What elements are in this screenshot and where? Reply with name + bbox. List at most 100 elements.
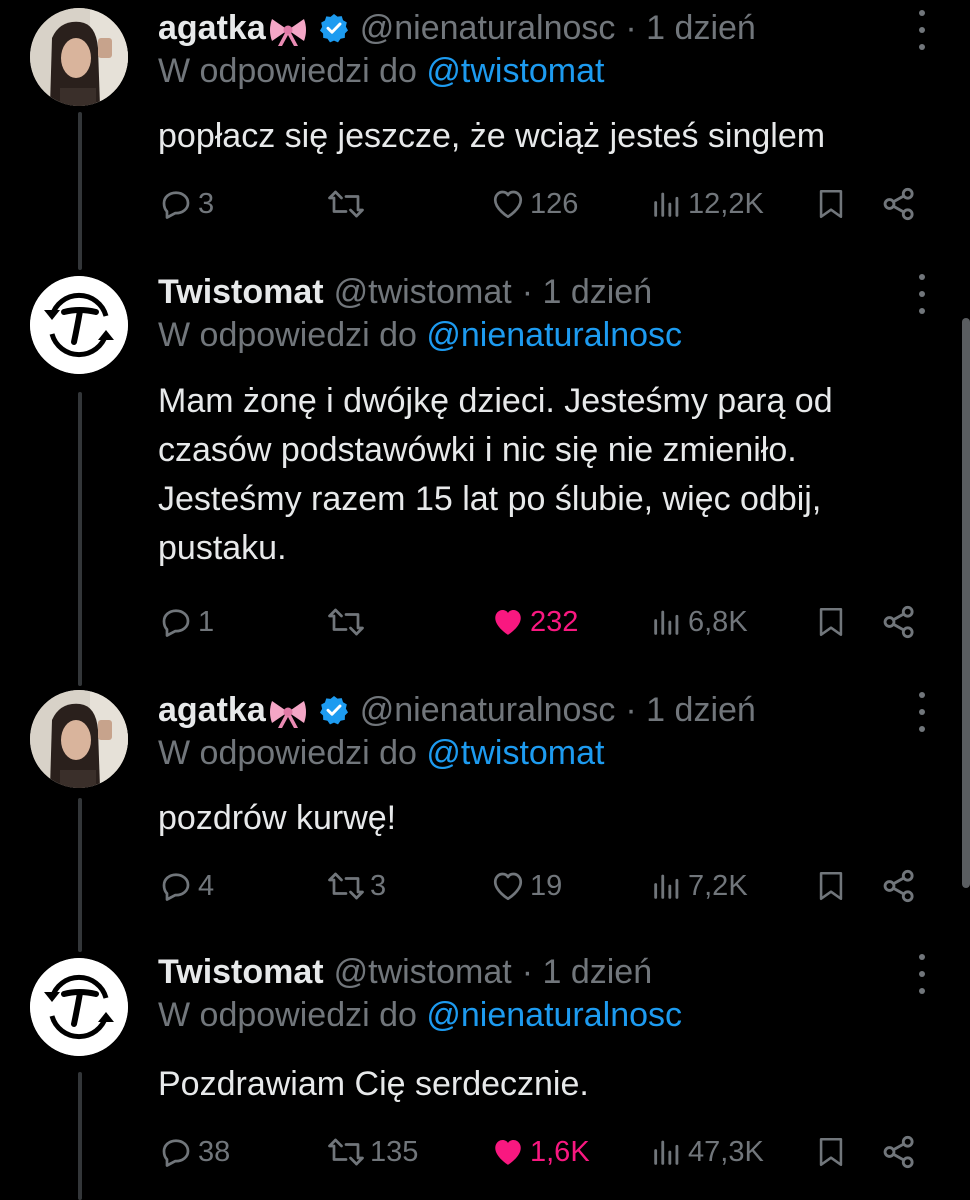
reply-context: W odpowiedzi do @twistomat <box>158 52 605 90</box>
share-button[interactable] <box>880 598 918 646</box>
tweet-header: Twistomat @twistomat · 1 dzień <box>158 264 652 320</box>
bookmark-icon <box>819 1137 843 1167</box>
retweet-icon <box>328 1138 364 1166</box>
views-count: 12,2K <box>688 187 764 220</box>
heart-filled-icon <box>495 1140 521 1165</box>
more-options-icon[interactable] <box>912 10 932 50</box>
tweet-text-line: czasów podstawówki i nic się nie zmienił… <box>158 431 797 469</box>
like-count: 232 <box>530 605 579 638</box>
avatar[interactable] <box>30 690 128 788</box>
retweet-button[interactable] <box>326 180 370 228</box>
share-button[interactable] <box>880 180 918 228</box>
bookmark-button[interactable] <box>814 862 848 910</box>
retweet-count: 135 <box>370 1135 419 1168</box>
like-count: 1,6K <box>530 1135 590 1168</box>
more-options-icon[interactable] <box>912 954 932 994</box>
avatar[interactable] <box>30 276 128 374</box>
verified-badge-icon <box>319 14 348 43</box>
reply-count: 1 <box>198 605 215 638</box>
bookmark-icon <box>819 871 843 901</box>
tweet-actions: 1 232 6,8K <box>158 598 928 646</box>
tweet-header: agatka @nienaturalnosc · 1 dzień <box>158 0 756 56</box>
tweet-actions: 3 126 12,2K <box>158 180 928 228</box>
views-count: 47,3K <box>688 1135 764 1168</box>
retweet-button[interactable]: 3 <box>326 862 386 910</box>
reply-context: W odpowiedzi do @nienaturalnosc <box>158 996 683 1034</box>
timestamp[interactable]: · 1 dzień <box>522 273 652 312</box>
views-icon <box>654 610 679 635</box>
views-button[interactable]: 6,8K <box>650 598 748 646</box>
more-options-icon[interactable] <box>912 274 932 314</box>
twistomat-logo-icon <box>30 276 128 374</box>
tweet-text-line: Mam żonę i dwójkę dzieci. Jesteśmy parą … <box>158 382 833 420</box>
share-button[interactable] <box>880 1128 918 1176</box>
views-button[interactable]: 12,2K <box>650 180 764 228</box>
tweet-text-line: Jesteśmy razem 15 lat po ślubie, więc od… <box>158 480 822 518</box>
author-name[interactable]: agatka <box>158 9 308 48</box>
tweet-text: Pozdrawiam Cię serdecznie. <box>158 1065 589 1103</box>
reply-to-link[interactable]: @nienaturalnosc <box>426 996 682 1034</box>
views-icon <box>654 874 679 899</box>
avatar[interactable] <box>30 8 128 106</box>
reply-button[interactable]: 3 <box>158 180 214 228</box>
timestamp[interactable]: · 1 dzień <box>522 953 652 992</box>
more-options-icon[interactable] <box>912 692 932 732</box>
timestamp[interactable]: · 1 dzień <box>625 691 755 730</box>
tweet-actions: 4 3 19 7,2K <box>158 862 928 910</box>
reply-button[interactable]: 4 <box>158 862 214 910</box>
reply-to-link[interactable]: @nienaturalnosc <box>426 316 682 354</box>
timestamp[interactable]: · 1 dzień <box>625 9 755 48</box>
author-handle[interactable]: @nienaturalnosc <box>360 9 616 48</box>
tweet[interactable]: Twistomat @twistomat · 1 dzień W odpowie… <box>0 944 970 1200</box>
views-count: 7,2K <box>688 869 748 902</box>
share-button[interactable] <box>880 862 918 910</box>
tweet-text-line: pustaku. <box>158 529 287 567</box>
twistomat-logo-icon <box>30 958 128 1056</box>
reply-button[interactable]: 1 <box>158 598 214 646</box>
share-icon <box>883 869 914 903</box>
reply-to-link[interactable]: @twistomat <box>426 734 604 772</box>
reply-button[interactable]: 38 <box>158 1128 230 1176</box>
reply-icon <box>162 609 190 637</box>
verified-badge-icon <box>319 696 348 725</box>
tweet-text: popłacz się jeszcze, że wciąż jesteś sin… <box>158 117 826 155</box>
author-name[interactable]: Twistomat <box>158 273 324 312</box>
retweet-button[interactable] <box>326 598 370 646</box>
heart-icon <box>493 190 523 219</box>
like-button[interactable]: 1,6K <box>490 1128 590 1176</box>
tweet[interactable]: agatka @nienaturalnosc · 1 dzień W odpow… <box>0 682 970 932</box>
views-icon <box>654 1140 679 1165</box>
like-button[interactable]: 126 <box>490 180 578 228</box>
bookmark-button[interactable] <box>814 1128 848 1176</box>
author-handle[interactable]: @twistomat <box>334 953 512 992</box>
bow-emoji-icon <box>269 18 306 46</box>
tweet[interactable]: Twistomat @twistomat · 1 dzień W odpowie… <box>0 264 970 664</box>
reply-icon <box>162 873 190 901</box>
views-icon <box>654 192 679 217</box>
reply-icon <box>162 191 190 219</box>
author-handle[interactable]: @twistomat <box>334 273 512 312</box>
avatar[interactable] <box>30 958 128 1056</box>
bookmark-icon <box>819 607 843 637</box>
share-icon <box>883 187 914 221</box>
like-button[interactable]: 232 <box>490 598 578 646</box>
like-count: 126 <box>530 187 579 220</box>
like-button[interactable]: 19 <box>490 862 562 910</box>
author-name[interactable]: Twistomat <box>158 953 324 992</box>
reply-icon <box>162 1139 190 1167</box>
reply-context: W odpowiedzi do @nienaturalnosc <box>158 316 683 354</box>
bookmark-button[interactable] <box>814 180 848 228</box>
author-name[interactable]: agatka <box>158 691 308 730</box>
bow-emoji-icon <box>269 700 306 728</box>
bookmark-button[interactable] <box>814 598 848 646</box>
views-count: 6,8K <box>688 605 748 638</box>
tweet-actions: 38 135 1,6K 47,3K <box>158 1128 928 1176</box>
reply-to-link[interactable]: @twistomat <box>426 52 604 90</box>
retweet-icon <box>328 190 364 218</box>
views-button[interactable]: 47,3K <box>650 1128 764 1176</box>
like-count: 19 <box>530 869 563 902</box>
retweet-button[interactable]: 135 <box>326 1128 418 1176</box>
views-button[interactable]: 7,2K <box>650 862 748 910</box>
tweet[interactable]: agatka @nienaturalnosc · 1 dzień W odpow… <box>0 0 970 250</box>
author-handle[interactable]: @nienaturalnosc <box>360 691 616 730</box>
